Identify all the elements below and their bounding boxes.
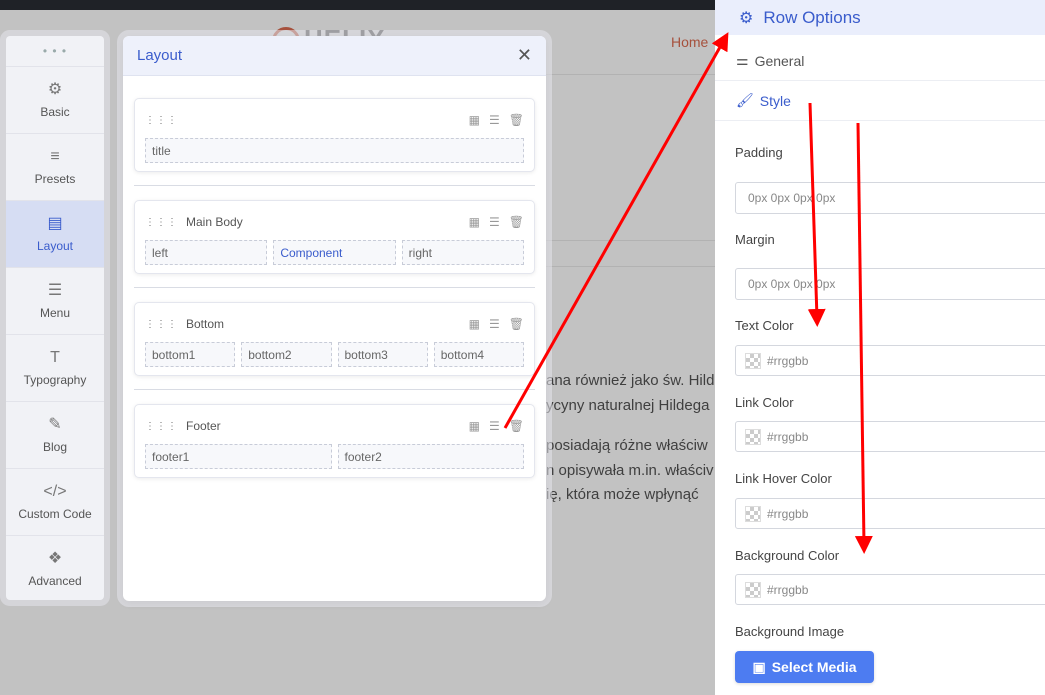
image-icon: ▣: [752, 658, 766, 675]
blog-icon: ✎: [48, 416, 62, 433]
menu-icon: ☰: [47, 282, 63, 299]
tab-style[interactable]: 🖌 Style: [715, 81, 1045, 121]
background-color-input[interactable]: #rrggbb: [735, 574, 1045, 605]
layout-row[interactable]: ⋮⋮⋮ Bottom ▦ ☰ 🗑 bottom1 bottom2 bottom3 bo…: [134, 302, 535, 376]
drag-handle-icon[interactable]: ⋮⋮⋮: [145, 217, 178, 228]
link-color-input[interactable]: #rrggbb: [735, 421, 1045, 452]
row-options-panel: ⚙ Row Options ⚌ General 🖌 Style Padding 0p…: [715, 0, 1045, 695]
tool-custom-code[interactable]: </> Custom Code: [6, 468, 104, 535]
layout-panel: Layout ✕ ⋮⋮⋮ ▦ ☰ 🗑 title ⋮⋮⋮ Main Body ▦ ☰ 🗑: [123, 36, 546, 601]
layout-row-section: ⋮⋮⋮ Main Body ▦ ☰ 🗑 left Component right: [134, 185, 535, 287]
padding-label: Padding: [735, 145, 783, 160]
row-settings-icon[interactable]: ☰: [489, 419, 500, 433]
row-settings-icon[interactable]: ☰: [489, 215, 500, 229]
tool-blog[interactable]: ✎ Blog: [6, 401, 104, 468]
margin-input[interactable]: 0px 0px 0px 0px: [735, 268, 1045, 300]
tool-menu[interactable]: ☰ Menu: [6, 267, 104, 334]
layout-column[interactable]: bottom2: [241, 342, 332, 367]
layout-row-section: ⋮⋮⋮ Footer ▦ ☰ 🗑 footer1 footer2: [134, 389, 535, 491]
layout-panel-header: Layout ✕: [123, 36, 546, 76]
select-media-button[interactable]: ▣ Select Media: [735, 651, 874, 683]
columns-icon[interactable]: ▦: [469, 215, 480, 229]
row-options-header: ⚙ Row Options: [715, 0, 1045, 35]
row-settings-icon[interactable]: ☰: [489, 113, 500, 127]
layout-icon: ▤: [47, 215, 63, 232]
columns-icon[interactable]: ▦: [469, 419, 480, 433]
layout-row-section: ⋮⋮⋮ Bottom ▦ ☰ 🗑 bottom1 bottom2 bottom3 bo…: [134, 287, 535, 389]
tool-typography[interactable]: T Typography: [6, 334, 104, 401]
layout-panel-title: Layout: [137, 47, 183, 64]
advanced-icon: ❖: [47, 550, 63, 567]
trash-icon[interactable]: 🗑: [509, 113, 524, 127]
layout-column[interactable]: left: [145, 240, 268, 265]
layout-column[interactable]: footer2: [337, 444, 524, 469]
sliders-icon: ⚌: [736, 52, 749, 68]
sliders-icon: ≡: [50, 148, 60, 165]
typography-icon: T: [50, 349, 60, 366]
layout-column[interactable]: title: [145, 138, 524, 163]
margin-label: Margin: [735, 232, 775, 247]
tool-layout[interactable]: ▤ Layout: [6, 200, 104, 267]
code-icon: </>: [43, 483, 67, 500]
layout-row[interactable]: ⋮⋮⋮ Main Body ▦ ☰ 🗑 left Component right: [134, 200, 535, 274]
gears-icon: ⚙: [739, 9, 754, 27]
layout-column[interactable]: bottom4: [433, 342, 524, 367]
tab-general[interactable]: ⚌ General: [715, 41, 1045, 81]
tool-basic[interactable]: ⚙ Basic: [6, 66, 104, 133]
tool-presets[interactable]: ≡ Presets: [6, 133, 104, 200]
gear-icon: ⚙: [47, 81, 63, 98]
row-name: Bottom: [186, 317, 225, 331]
trash-icon[interactable]: 🗑: [509, 419, 524, 433]
row-options-tabs: ⚌ General 🖌 Style: [715, 41, 1045, 121]
layout-row[interactable]: ⋮⋮⋮ ▦ ☰ 🗑 title: [134, 98, 535, 172]
layout-column[interactable]: footer1: [145, 444, 332, 469]
layout-column[interactable]: bottom3: [337, 342, 428, 367]
columns-icon[interactable]: ▦: [469, 113, 480, 127]
link-hover-color-input[interactable]: #rrggbb: [735, 498, 1045, 529]
drag-handle-icon[interactable]: ⋮⋮⋮: [145, 319, 178, 330]
link-color-label: Link Color: [735, 395, 794, 410]
layout-column[interactable]: right: [401, 240, 524, 265]
layout-row-section: ⋮⋮⋮ ▦ ☰ 🗑 title: [134, 98, 535, 185]
color-swatch-icon: [745, 428, 761, 445]
tool-advanced[interactable]: ❖ Advanced: [6, 535, 104, 602]
brush-icon: 🖌: [736, 92, 754, 108]
layout-column[interactable]: Component: [273, 240, 396, 265]
drag-handle-icon[interactable]: • • •: [6, 36, 104, 66]
layout-column[interactable]: bottom1: [145, 342, 236, 367]
background-image-label: Background Image: [735, 624, 845, 639]
text-color-input[interactable]: #rrggbb: [735, 345, 1045, 376]
text-color-label: Text Color: [735, 318, 794, 333]
layout-row[interactable]: ⋮⋮⋮ Footer ▦ ☰ 🗑 footer1 footer2: [134, 404, 535, 478]
background-color-label: Background Color: [735, 548, 840, 563]
padding-input[interactable]: 0px 0px 0px 0px: [735, 182, 1045, 214]
row-options-title: Row Options: [763, 7, 861, 27]
drag-handle-icon[interactable]: ⋮⋮⋮: [145, 421, 178, 432]
drag-handle-icon[interactable]: ⋮⋮⋮: [145, 115, 178, 126]
trash-icon[interactable]: 🗑: [509, 215, 524, 229]
row-name: Footer: [186, 419, 221, 433]
columns-icon[interactable]: ▦: [469, 317, 480, 331]
layout-rows: ⋮⋮⋮ ▦ ☰ 🗑 title ⋮⋮⋮ Main Body ▦ ☰ 🗑 left Comp…: [123, 76, 546, 491]
color-swatch-icon: [745, 352, 761, 369]
tool-sidebar: • • • ⚙ Basic ≡ Presets ▤ Layout ☰ Menu T Typ…: [6, 36, 104, 600]
close-icon[interactable]: ✕: [517, 45, 532, 66]
row-settings-icon[interactable]: ☰: [489, 317, 500, 331]
color-swatch-icon: [745, 581, 761, 598]
trash-icon[interactable]: 🗑: [509, 317, 524, 331]
color-swatch-icon: [745, 505, 761, 522]
row-name: Main Body: [186, 215, 243, 229]
link-hover-color-label: Link Hover Color: [735, 471, 832, 486]
